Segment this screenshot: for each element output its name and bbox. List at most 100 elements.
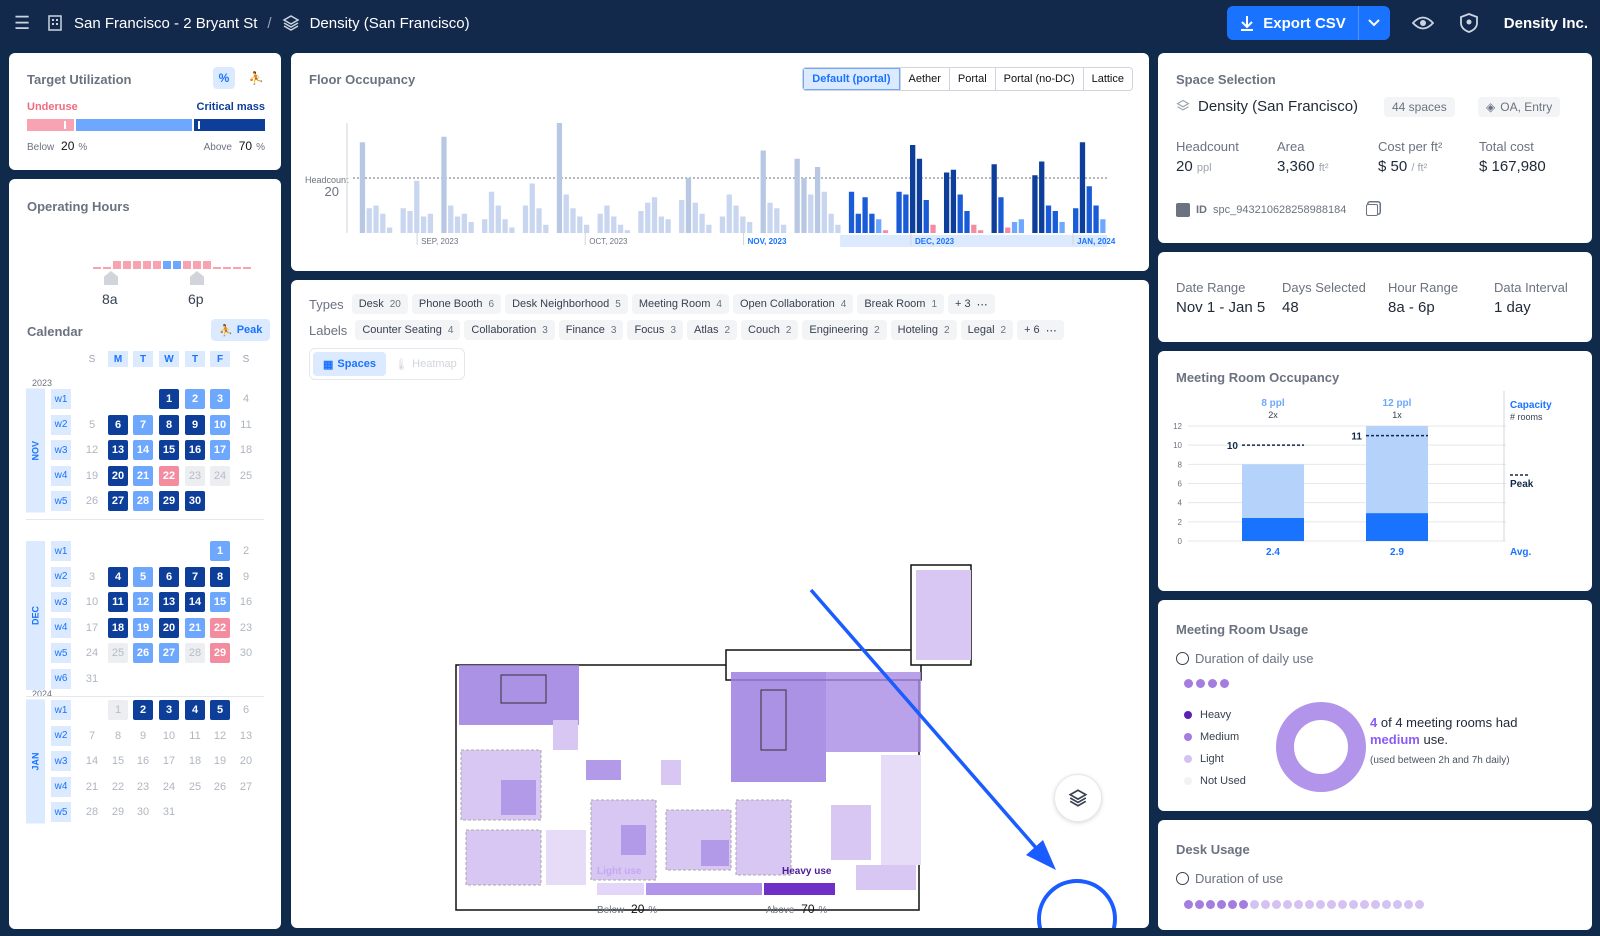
counter-seating[interactable] (856, 865, 916, 890)
type-filter-chip[interactable]: Desk Neighborhood 5 (505, 294, 628, 314)
occupancy-bar[interactable] (454, 216, 461, 234)
calendar-day[interactable]: 9 (185, 414, 205, 435)
occupancy-bar[interactable] (835, 224, 841, 233)
week-label[interactable]: w5 (51, 491, 71, 511)
below-handle[interactable] (64, 121, 66, 129)
occupancy-bar[interactable] (808, 194, 814, 234)
occupancy-bar[interactable] (706, 224, 712, 233)
occupancy-bar[interactable] (957, 194, 963, 234)
week-label[interactable]: w2 (51, 566, 71, 587)
calendar-day[interactable]: 12 (210, 726, 230, 746)
calendar-day[interactable]: 6 (236, 700, 256, 720)
occupancy-bar[interactable] (563, 194, 569, 234)
calendar-day[interactable]: 3 (159, 700, 179, 720)
calendar-day[interactable]: 24 (159, 777, 179, 797)
calendar-day[interactable]: 2 (236, 541, 256, 561)
calendar-day[interactable]: 26 (133, 643, 153, 663)
above-value-input[interactable]: 70 (239, 139, 252, 153)
occupancy-bar[interactable] (943, 172, 950, 234)
calendar-day[interactable]: 21 (133, 465, 153, 486)
calendar-day[interactable]: 2 (133, 700, 153, 720)
calendar-day[interactable]: 23 (185, 465, 205, 486)
calendar-day[interactable]: 20 (159, 617, 179, 638)
occupancy-bar[interactable] (923, 200, 929, 233)
breadcrumb-space[interactable]: Density (San Francisco) (310, 15, 470, 32)
week-label[interactable]: w5 (51, 643, 71, 663)
calendar-day[interactable]: 4 (236, 389, 256, 409)
calendar-day[interactable]: 30 (236, 643, 256, 663)
label-filter-chip[interactable]: Finance 3 (558, 320, 624, 340)
calendar-day[interactable]: 16 (236, 592, 256, 612)
calendar-day[interactable]: 21 (82, 777, 102, 797)
occupancy-bar[interactable] (1039, 161, 1045, 234)
calendar-day[interactable]: 11 (108, 592, 128, 612)
calendar-day[interactable]: 4 (185, 700, 205, 720)
export-csv-button[interactable]: Export CSV (1227, 6, 1390, 40)
occupancy-bar[interactable] (1093, 205, 1099, 234)
calendar-day[interactable]: 29 (210, 643, 230, 663)
occupancy-bar[interactable] (998, 197, 1004, 233)
week-label[interactable]: w4 (51, 776, 71, 797)
calendar-day[interactable]: 25 (185, 777, 205, 797)
calendar-day[interactable]: 25 (108, 643, 128, 663)
occupancy-bar[interactable] (930, 224, 936, 233)
occupancy-bar[interactable] (1100, 219, 1106, 233)
calendar-day[interactable]: 7 (133, 414, 153, 435)
calendar-day[interactable]: 14 (185, 592, 205, 612)
calendar-day[interactable]: 9 (236, 567, 256, 587)
occupancy-bar[interactable] (448, 205, 454, 234)
meeting-room-large[interactable] (459, 665, 579, 725)
calendar-day[interactable]: 3 (210, 389, 230, 409)
calendar-day[interactable]: 31 (82, 669, 102, 689)
calendar-day[interactable]: 18 (108, 617, 128, 638)
calendar-day[interactable]: 17 (82, 618, 102, 638)
occupancy-bar[interactable] (679, 200, 685, 233)
occupancy-bar[interactable] (760, 150, 766, 234)
open-collab[interactable] (586, 760, 621, 780)
calendar-day[interactable]: 9 (133, 726, 153, 746)
floor-plan[interactable] (291, 400, 1149, 928)
occupancy-bar[interactable] (420, 216, 427, 234)
occupancy-bar[interactable] (685, 178, 692, 233)
map-below-input[interactable]: 20 (631, 902, 644, 916)
occupancy-bar[interactable] (665, 219, 671, 233)
occupancy-bar[interactable] (862, 197, 868, 233)
label-filter-chip[interactable]: Counter Seating 4 (355, 320, 461, 340)
avg-bar[interactable] (1366, 513, 1428, 541)
occupancy-bar[interactable] (821, 191, 827, 233)
occupancy-bar[interactable] (699, 213, 705, 233)
type-filter-chip[interactable]: Meeting Room 4 (631, 294, 729, 314)
calendar-day[interactable]: 26 (82, 491, 102, 511)
occupancy-bar[interactable] (597, 213, 603, 233)
map-above-input[interactable]: 70 (801, 902, 814, 916)
week-label[interactable]: w6 (51, 668, 71, 689)
calendar-day[interactable]: 23 (133, 777, 153, 797)
calendar-day[interactable]: 31 (159, 802, 179, 822)
occupancy-bar[interactable] (767, 202, 773, 233)
calendar-day[interactable]: 27 (108, 491, 128, 511)
occupancy-bar[interactable] (638, 211, 644, 233)
calendar-day[interactable]: 22 (108, 777, 128, 797)
occupancy-bar[interactable] (1005, 227, 1011, 234)
occupancy-bar[interactable] (617, 224, 624, 233)
type-filter-chip[interactable]: Break Room 1 (857, 294, 945, 314)
occupancy-bar[interactable] (529, 183, 535, 234)
break-room[interactable] (916, 570, 971, 660)
calendar-day[interactable]: 13 (236, 726, 256, 746)
label-filter-chip[interactable]: Hoteling 2 (890, 320, 957, 340)
desk-neighborhood-5[interactable] (735, 799, 792, 876)
occupancy-bar[interactable] (1086, 186, 1092, 233)
week-label[interactable]: w3 (51, 440, 71, 460)
utilization-slider[interactable] (27, 119, 265, 131)
type-filter-chip[interactable]: Phone Booth 6 (411, 294, 502, 314)
occupancy-bar[interactable] (1011, 222, 1018, 233)
occupancy-bar[interactable] (604, 205, 610, 234)
calendar-day[interactable]: 11 (185, 726, 205, 746)
occupancy-bar[interactable] (950, 169, 957, 233)
occupancy-bar[interactable] (726, 194, 732, 234)
occupancy-bar[interactable] (509, 227, 515, 234)
label-filter-chip[interactable]: Legal 2 (960, 320, 1014, 340)
export-dropdown-chevron-icon[interactable] (1357, 6, 1390, 40)
occupancy-bar[interactable] (583, 224, 590, 233)
tags-badge[interactable]: ◈ OA, Entry (1478, 97, 1561, 117)
